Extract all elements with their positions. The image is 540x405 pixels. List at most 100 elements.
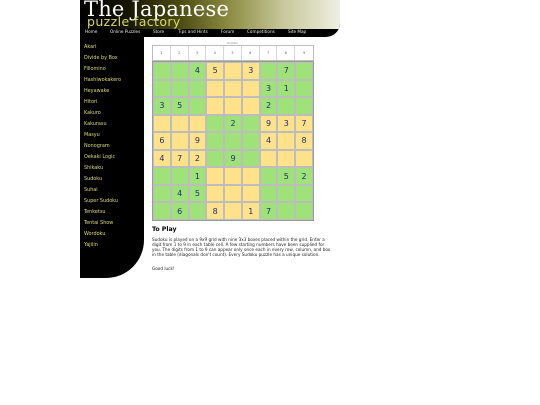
sidebar-item-shikaku[interactable]: Shikaku	[84, 163, 121, 174]
sudoku-cell[interactable]: 2	[260, 98, 277, 114]
sudoku-cell[interactable]	[225, 185, 241, 202]
sudoku-cell[interactable]: 5	[189, 185, 206, 202]
sudoku-cell[interactable]	[296, 150, 312, 167]
sudoku-cell[interactable]: 2	[296, 168, 312, 184]
sudoku-cell[interactable]	[242, 150, 259, 167]
sidebar-item-tentai-show[interactable]: Tentai Show	[84, 218, 121, 229]
sudoku-cell[interactable]: 4	[154, 150, 170, 167]
sudoku-cell[interactable]	[207, 185, 224, 202]
nav-competitions[interactable]: Competitions	[247, 29, 275, 34]
sudoku-cell[interactable]: 3	[278, 115, 295, 132]
sudoku-cell[interactable]: 8	[296, 133, 312, 149]
sudoku-cell[interactable]	[242, 80, 259, 97]
sidebar-item-masyu[interactable]: Masyu	[84, 130, 121, 141]
sudoku-cell[interactable]	[242, 98, 259, 114]
sudoku-cell[interactable]	[242, 168, 259, 184]
sudoku-cell[interactable]	[171, 80, 188, 97]
sudoku-cell[interactable]: 6	[154, 133, 170, 149]
sudoku-cell[interactable]: 5	[171, 98, 188, 114]
sudoku-cell[interactable]	[296, 80, 312, 97]
sudoku-cell[interactable]	[189, 115, 206, 132]
sudoku-cell[interactable]: 6	[171, 203, 188, 219]
nav-store[interactable]: Store	[153, 29, 164, 34]
sudoku-cell[interactable]	[189, 98, 206, 114]
sudoku-cell[interactable]	[242, 133, 259, 149]
sudoku-cell[interactable]	[207, 133, 224, 149]
sidebar-item-oekaki-logic[interactable]: Oekaki Logic	[84, 152, 121, 163]
sudoku-cell[interactable]	[278, 185, 295, 202]
sudoku-cell[interactable]: 7	[296, 115, 312, 132]
nav-site-map[interactable]: Site Map	[288, 29, 306, 34]
sudoku-cell[interactable]	[225, 63, 241, 79]
sudoku-cell[interactable]: 2	[225, 115, 241, 132]
sudoku-cell[interactable]	[207, 168, 224, 184]
sudoku-cell[interactable]: 9	[260, 115, 277, 132]
sidebar-item-yajilin[interactable]: Yajilin	[84, 240, 121, 251]
sudoku-cell[interactable]: 5	[278, 168, 295, 184]
sudoku-cell[interactable]: 4	[189, 63, 206, 79]
nav-forum[interactable]: Forum	[221, 29, 234, 34]
sudoku-cell[interactable]	[225, 98, 241, 114]
sudoku-cell[interactable]	[171, 133, 188, 149]
sudoku-cell[interactable]	[225, 80, 241, 97]
sudoku-cell[interactable]	[207, 80, 224, 97]
sidebar-item-super-sudoku[interactable]: Super Sudoku	[84, 196, 121, 207]
sudoku-cell[interactable]: 7	[260, 203, 277, 219]
sudoku-cell[interactable]	[154, 185, 170, 202]
sudoku-cell[interactable]	[225, 133, 241, 149]
sudoku-cell[interactable]	[171, 63, 188, 79]
sudoku-cell[interactable]	[189, 80, 206, 97]
sudoku-cell[interactable]	[278, 150, 295, 167]
sudoku-cell[interactable]: 2	[189, 150, 206, 167]
sudoku-cell[interactable]	[278, 203, 295, 219]
sidebar-item-nonogram[interactable]: Nonogram	[84, 141, 121, 152]
sudoku-cell[interactable]	[260, 168, 277, 184]
nav-home[interactable]: Home	[85, 29, 97, 34]
sudoku-cell[interactable]: 9	[225, 150, 241, 167]
sudoku-cell[interactable]	[296, 98, 312, 114]
sidebar-item-wordoku[interactable]: Wordoku	[84, 229, 121, 240]
sidebar-item-divide-by-box[interactable]: Divide by Box	[84, 53, 121, 64]
sidebar-item-hitori[interactable]: Hitori	[84, 97, 121, 108]
sudoku-cell[interactable]	[171, 115, 188, 132]
sidebar-item-tenketsu[interactable]: Tenketsu	[84, 207, 121, 218]
sudoku-cell[interactable]: 7	[278, 63, 295, 79]
sudoku-cell[interactable]	[242, 185, 259, 202]
sudoku-cell[interactable]	[154, 203, 170, 219]
sudoku-cell[interactable]: 3	[260, 80, 277, 97]
sidebar-item-heyawake[interactable]: Heyawake	[84, 86, 121, 97]
sudoku-cell[interactable]	[207, 150, 224, 167]
sudoku-cell[interactable]: 4	[260, 133, 277, 149]
sudoku-cell[interactable]	[207, 115, 224, 132]
sidebar-item-sudoku[interactable]: Sudoku	[84, 174, 121, 185]
sudoku-cell[interactable]: 9	[189, 133, 206, 149]
sudoku-cell[interactable]: 1	[242, 203, 259, 219]
sudoku-cell[interactable]	[242, 115, 259, 132]
sudoku-cell[interactable]	[260, 150, 277, 167]
sudoku-cell[interactable]: 7	[171, 150, 188, 167]
sudoku-cell[interactable]	[154, 80, 170, 97]
sidebar-item-akari[interactable]: Akari	[84, 42, 121, 53]
sudoku-cell[interactable]: 1	[278, 80, 295, 97]
sudoku-cell[interactable]	[189, 203, 206, 219]
sudoku-cell[interactable]	[154, 168, 170, 184]
sudoku-cell[interactable]	[207, 98, 224, 114]
sidebar-item-kakurasu[interactable]: Kakurasu	[84, 119, 121, 130]
sidebar-item-suhai[interactable]: Suhai	[84, 185, 121, 196]
sudoku-cell[interactable]	[225, 203, 241, 219]
sidebar-item-hashiwokakero[interactable]: Hashiwokakero	[84, 75, 121, 86]
sudoku-cell[interactable]	[278, 133, 295, 149]
sudoku-cell[interactable]: 1	[189, 168, 206, 184]
sudoku-cell[interactable]	[296, 63, 312, 79]
sudoku-cell[interactable]: 3	[154, 98, 170, 114]
sudoku-cell[interactable]	[296, 203, 312, 219]
sudoku-cell[interactable]: 5	[207, 63, 224, 79]
sudoku-cell[interactable]	[154, 115, 170, 132]
sudoku-cell[interactable]: 8	[207, 203, 224, 219]
sudoku-cell[interactable]	[225, 168, 241, 184]
nav-online-puzzles[interactable]: Online Puzzles	[110, 29, 140, 34]
sudoku-cell[interactable]	[278, 98, 295, 114]
sidebar-item-kakuro[interactable]: Kakuro	[84, 108, 121, 119]
sudoku-cell[interactable]	[154, 63, 170, 79]
sudoku-cell[interactable]: 4	[171, 185, 188, 202]
